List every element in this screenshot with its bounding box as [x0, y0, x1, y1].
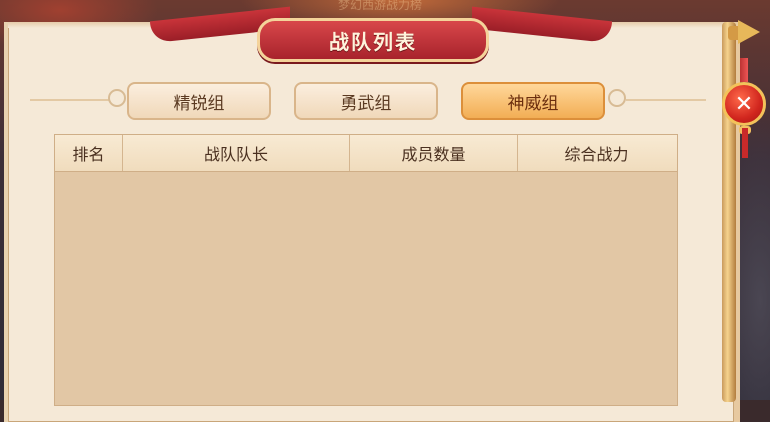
column-header-rank: 排名: [55, 135, 123, 171]
close-icon: ✕: [734, 91, 754, 117]
lantern-cord: [740, 58, 748, 82]
column-header-captain: 战队队长: [123, 135, 350, 171]
tab-divine-group[interactable]: 神威组: [461, 82, 605, 120]
title-plate: 战队列表: [257, 18, 489, 62]
team-list-table: 排名 战队队长 成员数量 综合战力: [54, 134, 678, 406]
tab-divider-right: [626, 99, 706, 101]
table-header: 排名 战队队长 成员数量 综合战力: [55, 135, 677, 172]
scroll-rod-tip: [738, 20, 760, 44]
swirl-ornament-left: [108, 89, 126, 107]
column-header-combat-power: 综合战力: [564, 145, 629, 164]
lantern-tassel: [742, 128, 748, 158]
tab-brave-group[interactable]: 勇武组: [294, 82, 438, 120]
swirl-ornament-right: [608, 89, 626, 107]
column-header-member-count: 成员数量: [350, 135, 518, 171]
tab-divider-left: [30, 99, 110, 101]
panel-title: 战队列表: [329, 29, 417, 54]
tab-elite-group[interactable]: 精锐组: [127, 82, 271, 120]
background-blurred-text: 梦幻西游战力榜: [337, 0, 422, 10]
scroll-rod: [722, 22, 736, 402]
close-button[interactable]: ✕: [722, 82, 766, 126]
